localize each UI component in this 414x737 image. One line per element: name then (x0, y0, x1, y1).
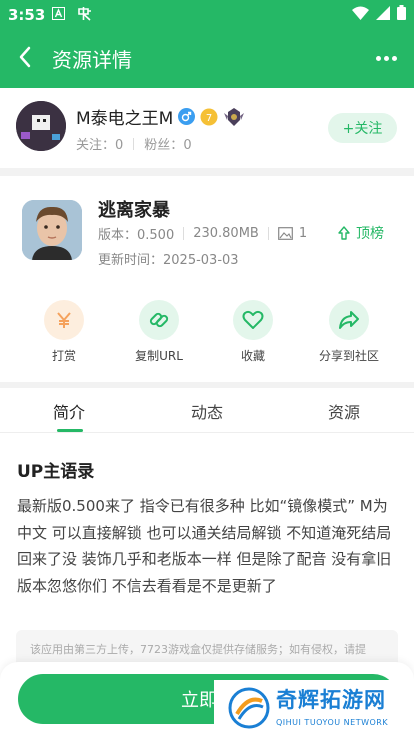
image-icon (277, 227, 293, 240)
uploader-avatar[interactable] (16, 101, 66, 151)
following-count: 0 (115, 138, 124, 153)
tip-label: 打赏 (51, 349, 76, 363)
rank-emblem-icon (224, 107, 245, 126)
favorite-action[interactable]: 收藏 (208, 300, 298, 364)
uploader-stats: 关注：0 粉丝：0 (76, 134, 192, 153)
game-version: 版本：0.500 (98, 228, 175, 243)
battery-icon (397, 5, 406, 20)
copy-url-label: 复制URL (135, 349, 183, 363)
tab-resources[interactable]: 资源 (304, 399, 384, 423)
tab-bar: 简介 动态 资源 (0, 388, 414, 433)
watermark-logo-icon (228, 687, 270, 729)
following-label: 关注： (76, 138, 116, 153)
copy-url-action[interactable]: 复制URL (114, 300, 204, 364)
tip-action[interactable]: 打赏 (19, 300, 109, 364)
share-action[interactable]: 分享到社区 (304, 300, 394, 364)
favorite-label: 收藏 (240, 349, 265, 363)
link-icon (139, 300, 179, 340)
intro-title: UP主语录 (17, 462, 95, 482)
share-label: 分享到社区 (318, 349, 379, 363)
game-info-card: 逃离家暴 版本：0.500 230.80MB 1 更新时间：2025-03-03… (0, 176, 414, 382)
app-bar: 资源详情 (0, 30, 414, 88)
follow-button[interactable]: +关注 (328, 113, 397, 143)
watermark-title: 奇辉拓游网 (276, 688, 386, 712)
fans-label: 粉丝： (144, 138, 184, 153)
tab-activity[interactable]: 动态 (167, 399, 247, 423)
level-badge-icon: 7 (200, 108, 218, 125)
uploader-card: M泰电之王M 7 关注：0 粉丝：0 +关注 (0, 88, 414, 168)
yen-icon (44, 300, 84, 340)
notification-a-icon (52, 7, 65, 20)
status-bar: 3:53 (0, 0, 414, 30)
fans-count: 0 (183, 138, 192, 153)
game-meta: 版本：0.500 230.80MB 1 (98, 224, 307, 243)
top-rank-button[interactable]: 顶榜 (336, 223, 384, 243)
watermark: 奇辉拓游网 QIHUI TUOYOU NETWORK (214, 680, 414, 737)
status-time: 3:53 (8, 6, 46, 24)
game-name: 逃离家暴 (98, 200, 170, 221)
heart-icon (233, 300, 273, 340)
back-arrow-icon[interactable] (12, 42, 42, 72)
signal-icon (376, 5, 390, 20)
top-bar: 3:53 资源详情 (0, 0, 414, 88)
uploader-name-row: M泰电之王M 7 (76, 104, 245, 129)
wifi-icon (352, 6, 369, 20)
app-notification-icon (78, 7, 91, 21)
game-icon (22, 200, 82, 260)
more-options-icon[interactable] (372, 44, 400, 72)
page-title: 资源详情 (52, 48, 132, 72)
svg-text:7: 7 (206, 113, 212, 124)
share-icon (329, 300, 369, 340)
game-image-count: 1 (298, 226, 308, 241)
upload-arrow-icon (338, 226, 350, 240)
watermark-subtitle: QIHUI TUOYOU NETWORK (276, 718, 389, 727)
game-size: 230.80MB (193, 226, 259, 241)
tab-intro[interactable]: 简介 (29, 399, 109, 423)
uploader-name: M泰电之王M (76, 109, 174, 129)
action-row: 打赏 复制URL 收藏 分享到社区 (0, 300, 414, 370)
game-update-date: 更新时间：2025-03-03 (98, 253, 239, 268)
male-gender-icon (178, 108, 196, 125)
active-tab-indicator (57, 429, 83, 432)
intro-text: 最新版0.500来了 指令已有很多种 比如“镜像模式” M为中文 可以直接解锁 … (17, 497, 392, 595)
top-rank-label: 顶榜 (356, 226, 384, 242)
